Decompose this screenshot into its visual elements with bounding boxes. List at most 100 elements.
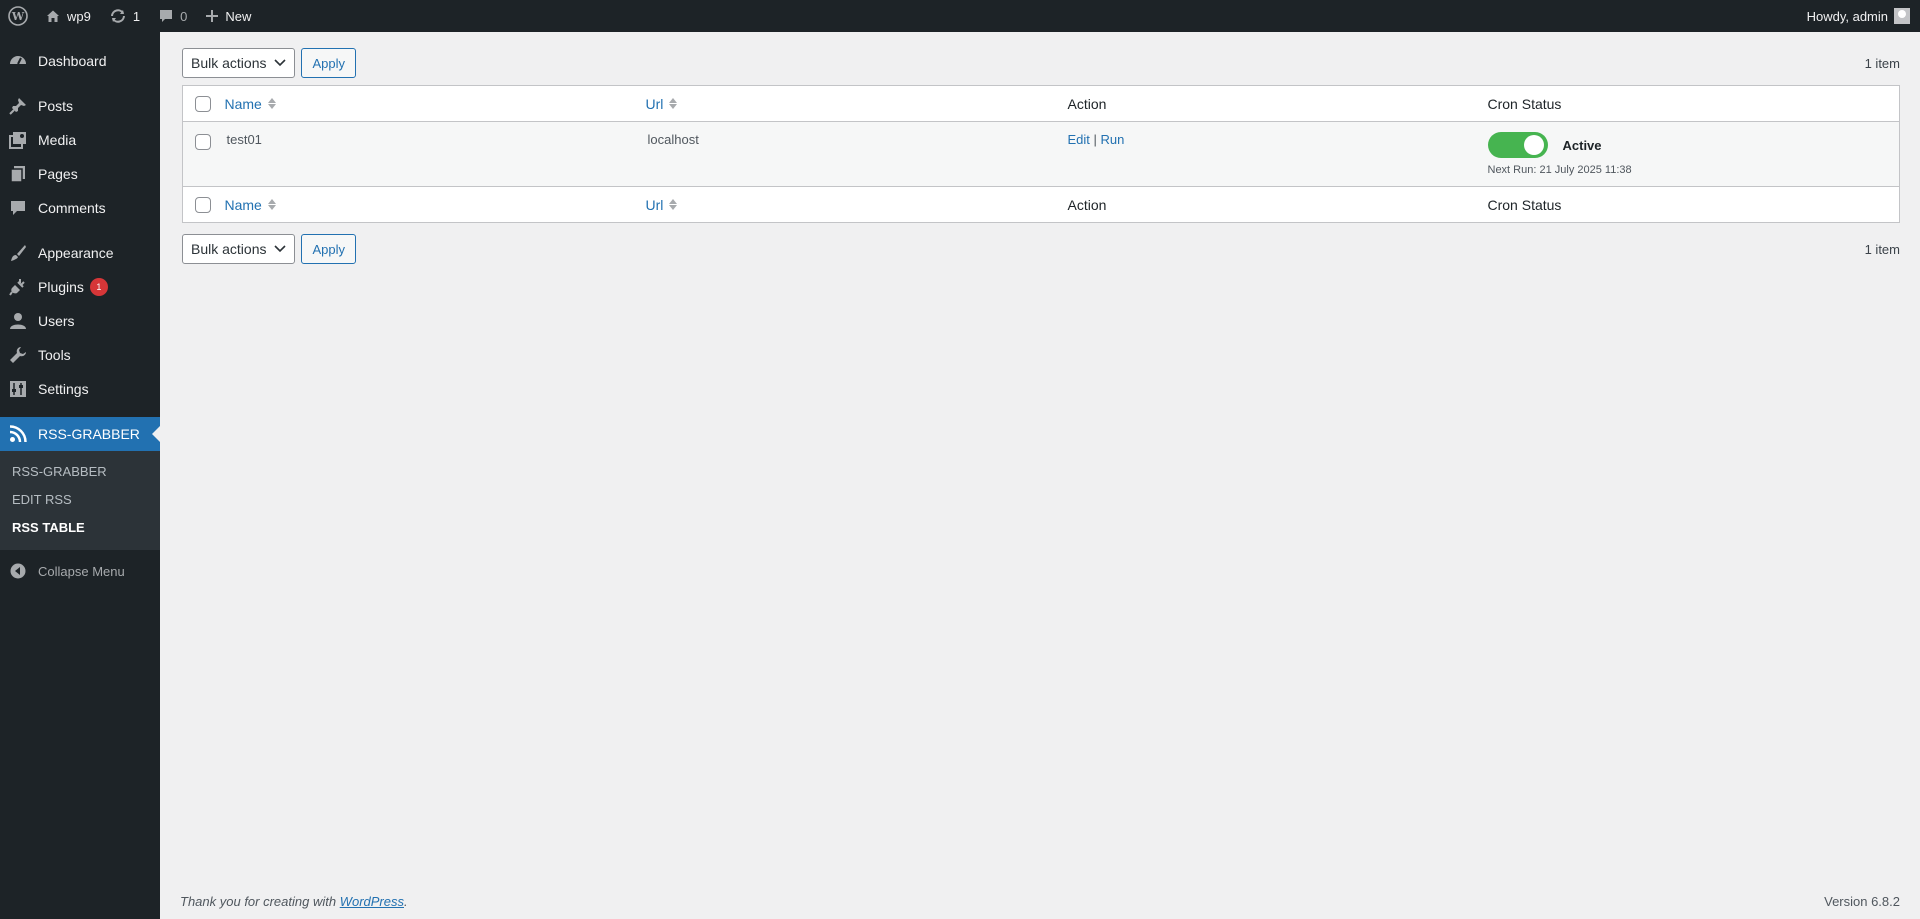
collapse-arrow-icon (8, 561, 28, 581)
row-checkbox[interactable] (195, 133, 211, 150)
next-run-text: Next Run: 21 July 2025 11:38 (1487, 164, 1632, 176)
select-all-checkbox[interactable] (195, 96, 211, 113)
wrench-icon (8, 345, 28, 365)
media-icon (8, 130, 28, 150)
column-footer-url: Url (645, 186, 1068, 223)
admin-footer: Thank you for creating with WordPress. V… (180, 894, 1900, 909)
column-header-label: Url (645, 196, 664, 213)
sort-by-name-link[interactable]: Name (225, 96, 276, 112)
sort-by-url-link[interactable]: Url (646, 197, 678, 213)
plugins-update-badge: 1 (89, 278, 108, 296)
sidebar-item-label: Appearance (38, 245, 114, 261)
sidebar-item-posts[interactable]: Posts (0, 89, 160, 123)
svg-text:W: W (11, 10, 25, 23)
footer-thanks: Thank you for creating with WordPress. (180, 894, 408, 909)
column-header-label: Name (224, 196, 262, 213)
collapse-menu-label: Collapse Menu (38, 563, 125, 579)
sidebar-item-settings[interactable]: Settings (0, 372, 160, 406)
sidebar-item-rss-grabber[interactable]: RSS-GRABBER (0, 417, 160, 451)
sort-by-url-link[interactable]: Url (646, 96, 678, 112)
column-header-action: Action (1067, 85, 1488, 122)
sidebar-item-label: Pages (38, 166, 78, 182)
sidebar-item-media[interactable]: Media (0, 123, 160, 157)
sidebar-item-users[interactable]: Users (0, 304, 160, 338)
column-header-label: Url (645, 95, 664, 112)
select-all-checkbox[interactable] (195, 197, 211, 214)
row-checkbox-cell (183, 122, 225, 187)
site-name: wp9 (67, 8, 91, 24)
column-header-name: Name (224, 85, 646, 122)
tablenav-top: Bulk actions Apply 1 item (182, 48, 1900, 78)
wordpress-logo-icon[interactable]: W (0, 0, 36, 32)
apply-button[interactable]: Apply (301, 48, 357, 78)
collapse-menu-button[interactable]: Collapse Menu (0, 554, 160, 588)
bulk-actions-value: Bulk actions (191, 55, 267, 71)
edit-link[interactable]: Edit (1068, 132, 1090, 147)
comment-bubble-icon (160, 10, 173, 22)
column-header-url: Url (645, 85, 1068, 122)
updates-count: 1 (132, 8, 141, 24)
sort-by-name-link[interactable]: Name (225, 197, 276, 213)
items-count: 1 item (1864, 55, 1900, 71)
footer-thanks-text: Thank you for creating with (180, 894, 340, 909)
rss-grabber-submenu: RSS-GRABBER EDIT RSS RSS TABLE (0, 451, 160, 550)
wordpress-link[interactable]: WordPress (340, 894, 404, 909)
sidebar-item-plugins[interactable]: Plugins 1 (0, 270, 160, 304)
sort-arrows-icon (267, 98, 276, 109)
cron-toggle-switch[interactable] (1487, 132, 1548, 158)
cell-url: localhost (647, 132, 699, 147)
cron-status-label: Active (1562, 137, 1602, 153)
bulk-actions-select[interactable]: Bulk actions (182, 234, 296, 264)
chevron-down-icon (274, 245, 287, 253)
sidebar-item-pages[interactable]: Pages (0, 157, 160, 191)
sidebar-item-label: Plugins (38, 279, 84, 295)
chevron-down-icon (274, 59, 287, 67)
apply-button[interactable]: Apply (301, 234, 357, 264)
cell-action: Edit | Run (1068, 122, 1488, 187)
admin-sidebar: Dashboard Posts Media Pages Comments App… (0, 32, 160, 919)
select-all-cell (182, 186, 225, 223)
pushpin-icon (8, 96, 28, 116)
sidebar-item-label: Media (38, 132, 77, 148)
table-footer-row: Name Url Action Cron Status (182, 186, 1900, 223)
updates-icon (110, 9, 125, 23)
sidebar-item-dashboard[interactable]: Dashboard (0, 44, 160, 78)
cell-name: test01 (226, 132, 262, 147)
submenu-item-edit-rss[interactable]: EDIT RSS (0, 486, 160, 514)
plug-icon (8, 277, 28, 297)
cell-cron-status: Active Next Run: 21 July 2025 11:38 (1487, 122, 1900, 187)
sort-arrows-icon (669, 199, 678, 210)
column-footer-cron-status: Cron Status (1487, 186, 1900, 223)
action-separator: | (1093, 132, 1097, 147)
dashboard-gauge-icon (8, 51, 28, 71)
sidebar-item-comments[interactable]: Comments (0, 191, 160, 225)
sidebar-item-label: Tools (38, 347, 71, 363)
footer-thanks-suffix: . (404, 894, 408, 909)
submenu-item-rss-grabber[interactable]: RSS-GRABBER (0, 458, 160, 486)
user-icon (8, 311, 28, 331)
bulk-actions-select[interactable]: Bulk actions (182, 48, 296, 78)
column-footer-action: Action (1067, 186, 1488, 223)
site-name-link[interactable]: wp9 (36, 0, 100, 32)
sidebar-item-label: Posts (38, 98, 74, 114)
pages-icon (8, 164, 28, 184)
column-header-label: Name (224, 95, 262, 112)
admin-bar: W wp9 1 0 New Howdy, admin (0, 0, 1920, 32)
updates-link[interactable]: 1 (100, 0, 149, 32)
sidebar-item-label: Users (38, 313, 75, 329)
main-content: Bulk actions Apply 1 item Name Url Actio… (160, 32, 1920, 919)
comments-link[interactable]: 0 (149, 0, 196, 32)
new-content-link[interactable]: New (196, 0, 260, 32)
items-count: 1 item (1864, 241, 1900, 257)
column-header-cron-status: Cron Status (1487, 85, 1900, 122)
rss-feeds-table: Name Url Action Cron Status test01 local… (182, 85, 1900, 223)
my-account-link[interactable]: Howdy, admin (1797, 0, 1920, 32)
sidebar-item-tools[interactable]: Tools (0, 338, 160, 372)
sidebar-item-label: Comments (38, 200, 106, 216)
sidebar-item-label: Settings (38, 381, 89, 397)
run-link[interactable]: Run (1101, 132, 1125, 147)
sidebar-item-appearance[interactable]: Appearance (0, 236, 160, 270)
submenu-item-rss-table[interactable]: RSS TABLE (0, 514, 160, 542)
avatar (1894, 8, 1910, 24)
tablenav-bottom: Bulk actions Apply 1 item (182, 234, 1900, 264)
